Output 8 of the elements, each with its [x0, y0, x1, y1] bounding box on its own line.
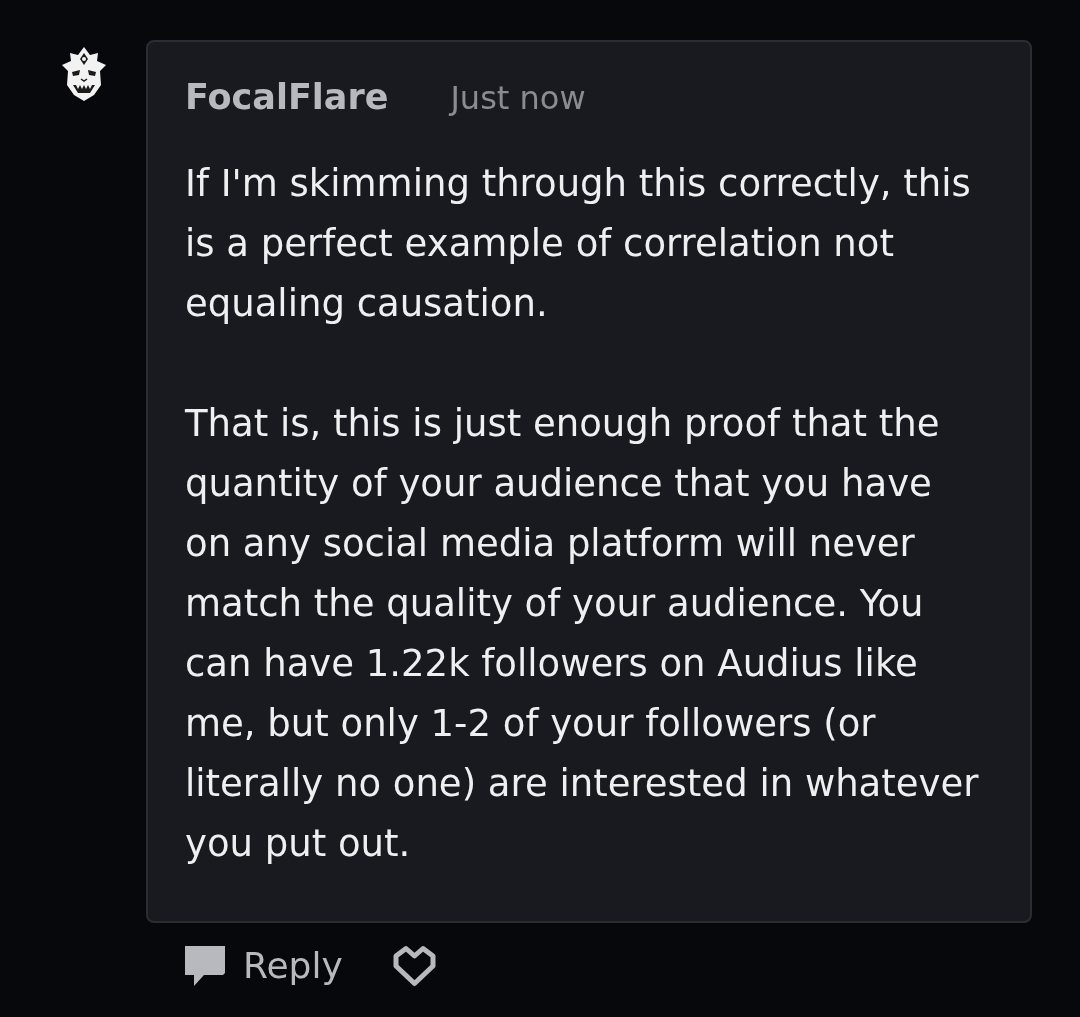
comment-paragraph: That is, this is just enough proof that the quantity of your audience that you have on any social media platform will never match the quality of your audience. You can have 1.22k followers on Audius like me, but only 1-2 of your followers (or literally no one) are interested in whatever you put out.	[185, 401, 980, 867]
reply-button[interactable]: Reply	[185, 942, 343, 990]
avatar-icon	[60, 45, 108, 103]
timestamp: Just now	[450, 78, 586, 119]
comment-paragraph: If I'm skimming through this correctly, this is a perfect example of correlation not equaling causation.	[185, 161, 972, 327]
author-name[interactable]: FocalFlare	[185, 73, 389, 121]
heart-icon[interactable]	[392, 945, 436, 987]
speech-bubble-icon	[185, 946, 225, 986]
